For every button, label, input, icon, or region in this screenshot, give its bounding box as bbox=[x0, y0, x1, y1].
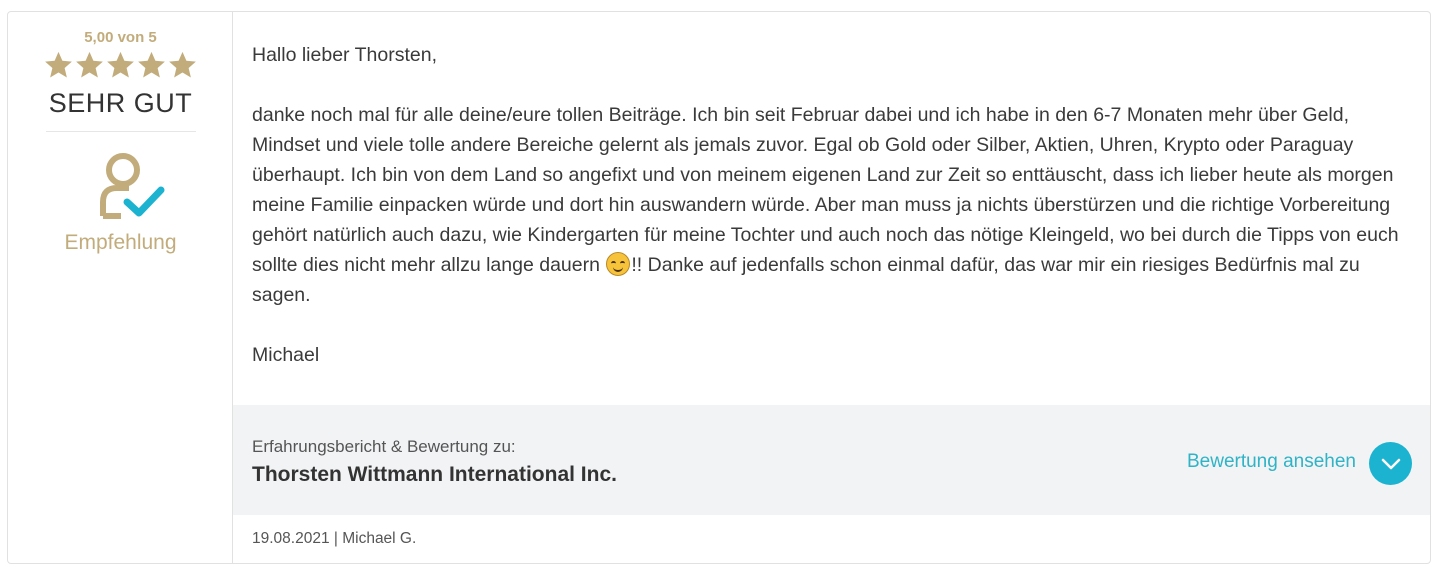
review-meta: 19.08.2021 | Michael G. bbox=[252, 530, 417, 547]
rating-panel: 5,00 von 5 SEHR GUT Empfehlung bbox=[8, 12, 233, 563]
chevron-down-icon bbox=[1381, 458, 1400, 469]
review-paragraph-text: danke noch mal für alle deine/eure tolle… bbox=[252, 104, 1399, 276]
review-content: Hallo lieber Thorsten, danke noch mal fü… bbox=[233, 12, 1430, 563]
review-paragraph: danke noch mal für alle deine/eure tolle… bbox=[252, 100, 1412, 310]
reviewed-company-box: Erfahrungsbericht & Bewertung zu: Thorst… bbox=[233, 405, 1430, 515]
review-signature: Michael bbox=[252, 344, 320, 366]
star-rating bbox=[8, 50, 233, 80]
rating-score: 5,00 von 5 bbox=[84, 29, 157, 46]
star-icon bbox=[76, 51, 103, 78]
star-icon bbox=[169, 51, 196, 78]
rating-grade: SEHR GUT bbox=[48, 88, 193, 118]
star-icon bbox=[107, 51, 134, 78]
divider bbox=[46, 131, 196, 132]
review-card: 5,00 von 5 SEHR GUT Empfehlung Hallo lie… bbox=[7, 11, 1431, 564]
recommendation-label: Empfehlung bbox=[64, 231, 177, 254]
smiling-face-emoji-icon bbox=[606, 252, 631, 276]
star-icon bbox=[138, 51, 165, 78]
view-review-link[interactable]: Bewertung ansehen bbox=[1187, 451, 1356, 473]
expand-review-button[interactable] bbox=[1369, 442, 1412, 485]
star-icon bbox=[45, 51, 72, 78]
review-text: Hallo lieber Thorsten, danke noch mal fü… bbox=[252, 40, 1412, 370]
company-name[interactable]: Thorsten Wittmann International Inc. bbox=[252, 463, 617, 487]
review-caption: Erfahrungsbericht & Bewertung zu: bbox=[252, 437, 516, 456]
review-greeting: Hallo lieber Thorsten, bbox=[252, 44, 437, 66]
user-check-icon bbox=[100, 153, 165, 219]
